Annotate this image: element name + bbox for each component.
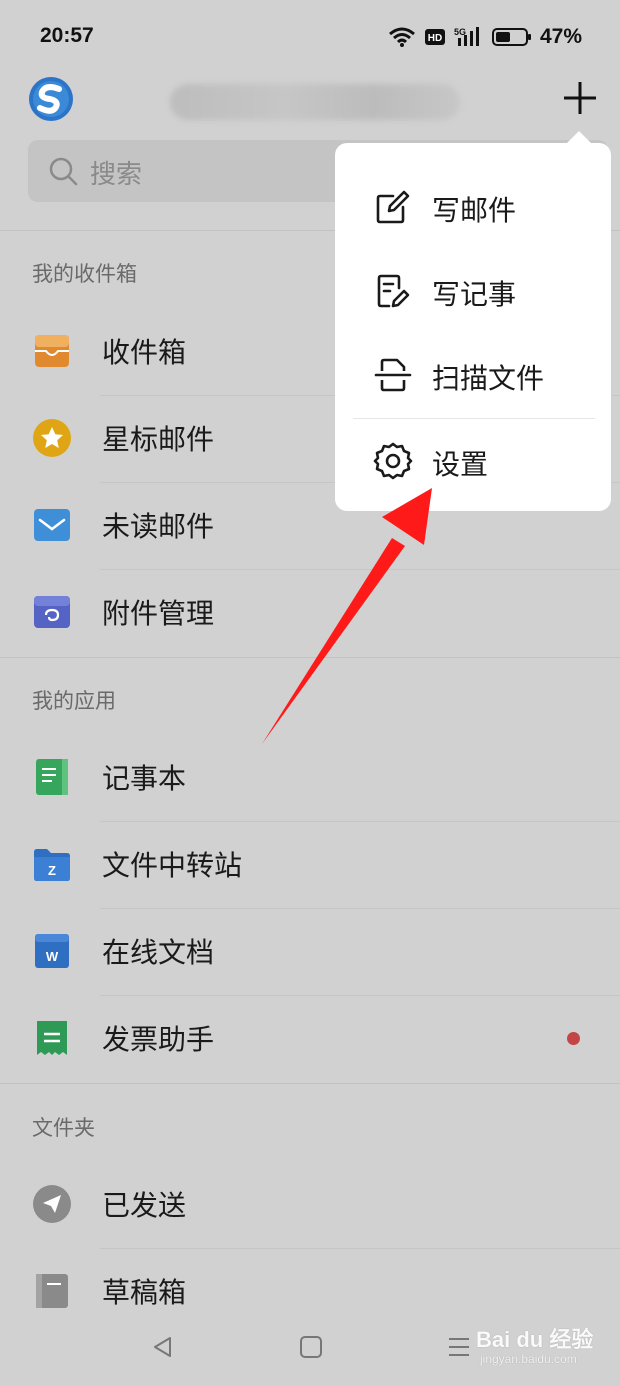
hd-icon: HD xyxy=(424,29,445,45)
notification-dot xyxy=(567,1032,580,1045)
word-doc-icon: W xyxy=(35,934,69,968)
list-item-notebook[interactable]: 记事本 xyxy=(0,735,620,822)
watermark: Bai du 经验 jingyan.baidu.com xyxy=(476,1320,596,1376)
search-icon xyxy=(49,157,78,186)
star-icon xyxy=(33,419,71,457)
menu-item-label: 写邮件 xyxy=(432,194,517,227)
list-item-label: 星标邮件 xyxy=(102,423,215,456)
list-item-label: 发票助手 xyxy=(102,1023,215,1056)
divider xyxy=(0,1083,620,1084)
note-edit-icon xyxy=(377,274,410,308)
sent-icon xyxy=(33,1185,71,1223)
popup-menu: 写邮件 写记事 扫描文件 设置 xyxy=(335,143,611,511)
list-item-sent[interactable]: 已发送 xyxy=(0,1162,620,1249)
menu-item-settings[interactable]: 设置 xyxy=(335,419,611,503)
mail-icon xyxy=(34,509,70,541)
svg-text:Z: Z xyxy=(48,863,56,878)
section-title-folders: 文件夹 xyxy=(32,1116,95,1140)
home-icon[interactable] xyxy=(298,1334,324,1360)
folder-z-icon: Z xyxy=(34,849,70,881)
list-item-label: 附件管理 xyxy=(102,597,215,630)
menu-icon[interactable] xyxy=(446,1334,472,1360)
draft-icon xyxy=(36,1274,68,1308)
menu-item-label: 扫描文件 xyxy=(432,362,545,395)
section-title-mailbox: 我的收件箱 xyxy=(32,262,137,286)
back-icon[interactable] xyxy=(150,1334,176,1360)
status-bar: 20:57 HD 5G 47% xyxy=(0,0,620,76)
app-logo[interactable] xyxy=(28,76,74,122)
watermark-url: jingyan.baidu.com xyxy=(480,1352,577,1366)
section-title-apps: 我的应用 xyxy=(32,689,116,713)
wifi-icon xyxy=(389,27,415,47)
list-item-online-docs[interactable]: W 在线文档 xyxy=(0,909,620,996)
svg-text:W: W xyxy=(46,949,59,964)
account-name[interactable] xyxy=(170,84,460,120)
menu-item-label: 设置 xyxy=(432,448,489,481)
search-placeholder: 搜索 xyxy=(90,160,143,190)
gear-icon xyxy=(373,442,413,480)
list-item-label: 已发送 xyxy=(102,1189,187,1222)
inbox-icon xyxy=(35,335,69,367)
list-item-label: 未读邮件 xyxy=(102,510,215,543)
watermark-brand: Bai du 经验 xyxy=(476,1327,594,1352)
scan-icon xyxy=(374,358,412,392)
menu-item-scan[interactable]: 扫描文件 xyxy=(335,333,611,417)
menu-item-label: 写记事 xyxy=(432,278,517,311)
divider xyxy=(0,657,620,658)
screen: 20:57 HD 5G 47% 搜索 我的收件箱 收件箱 星标邮件 未读邮件 附… xyxy=(0,0,620,1386)
5g-signal-icon: 5G xyxy=(454,27,479,46)
list-item-attachments[interactable]: 附件管理 xyxy=(0,570,620,657)
list-item-label: 文件中转站 xyxy=(102,849,243,882)
menu-item-compose[interactable]: 写邮件 xyxy=(335,165,611,249)
menu-item-write-note[interactable]: 写记事 xyxy=(335,249,611,333)
list-item-label: 记事本 xyxy=(102,762,187,795)
list-item-label: 草稿箱 xyxy=(102,1276,187,1309)
status-time: 20:57 xyxy=(40,24,94,47)
list-item-label: 在线文档 xyxy=(102,936,215,969)
header xyxy=(0,76,620,126)
compose-icon xyxy=(376,190,410,224)
plus-icon[interactable] xyxy=(558,76,602,120)
list-item-invoice[interactable]: 发票助手 xyxy=(0,996,620,1083)
status-icons: HD 5G 47% xyxy=(388,24,582,50)
invoice-icon xyxy=(37,1021,67,1055)
list-item-file-transfer[interactable]: Z 文件中转站 xyxy=(0,822,620,909)
attachment-icon xyxy=(34,596,70,628)
list-item-label: 收件箱 xyxy=(102,336,187,369)
battery-percent: 47% xyxy=(539,25,582,48)
svg-text:HD: HD xyxy=(428,33,442,44)
battery-icon xyxy=(491,28,531,46)
notebook-icon xyxy=(36,759,68,795)
